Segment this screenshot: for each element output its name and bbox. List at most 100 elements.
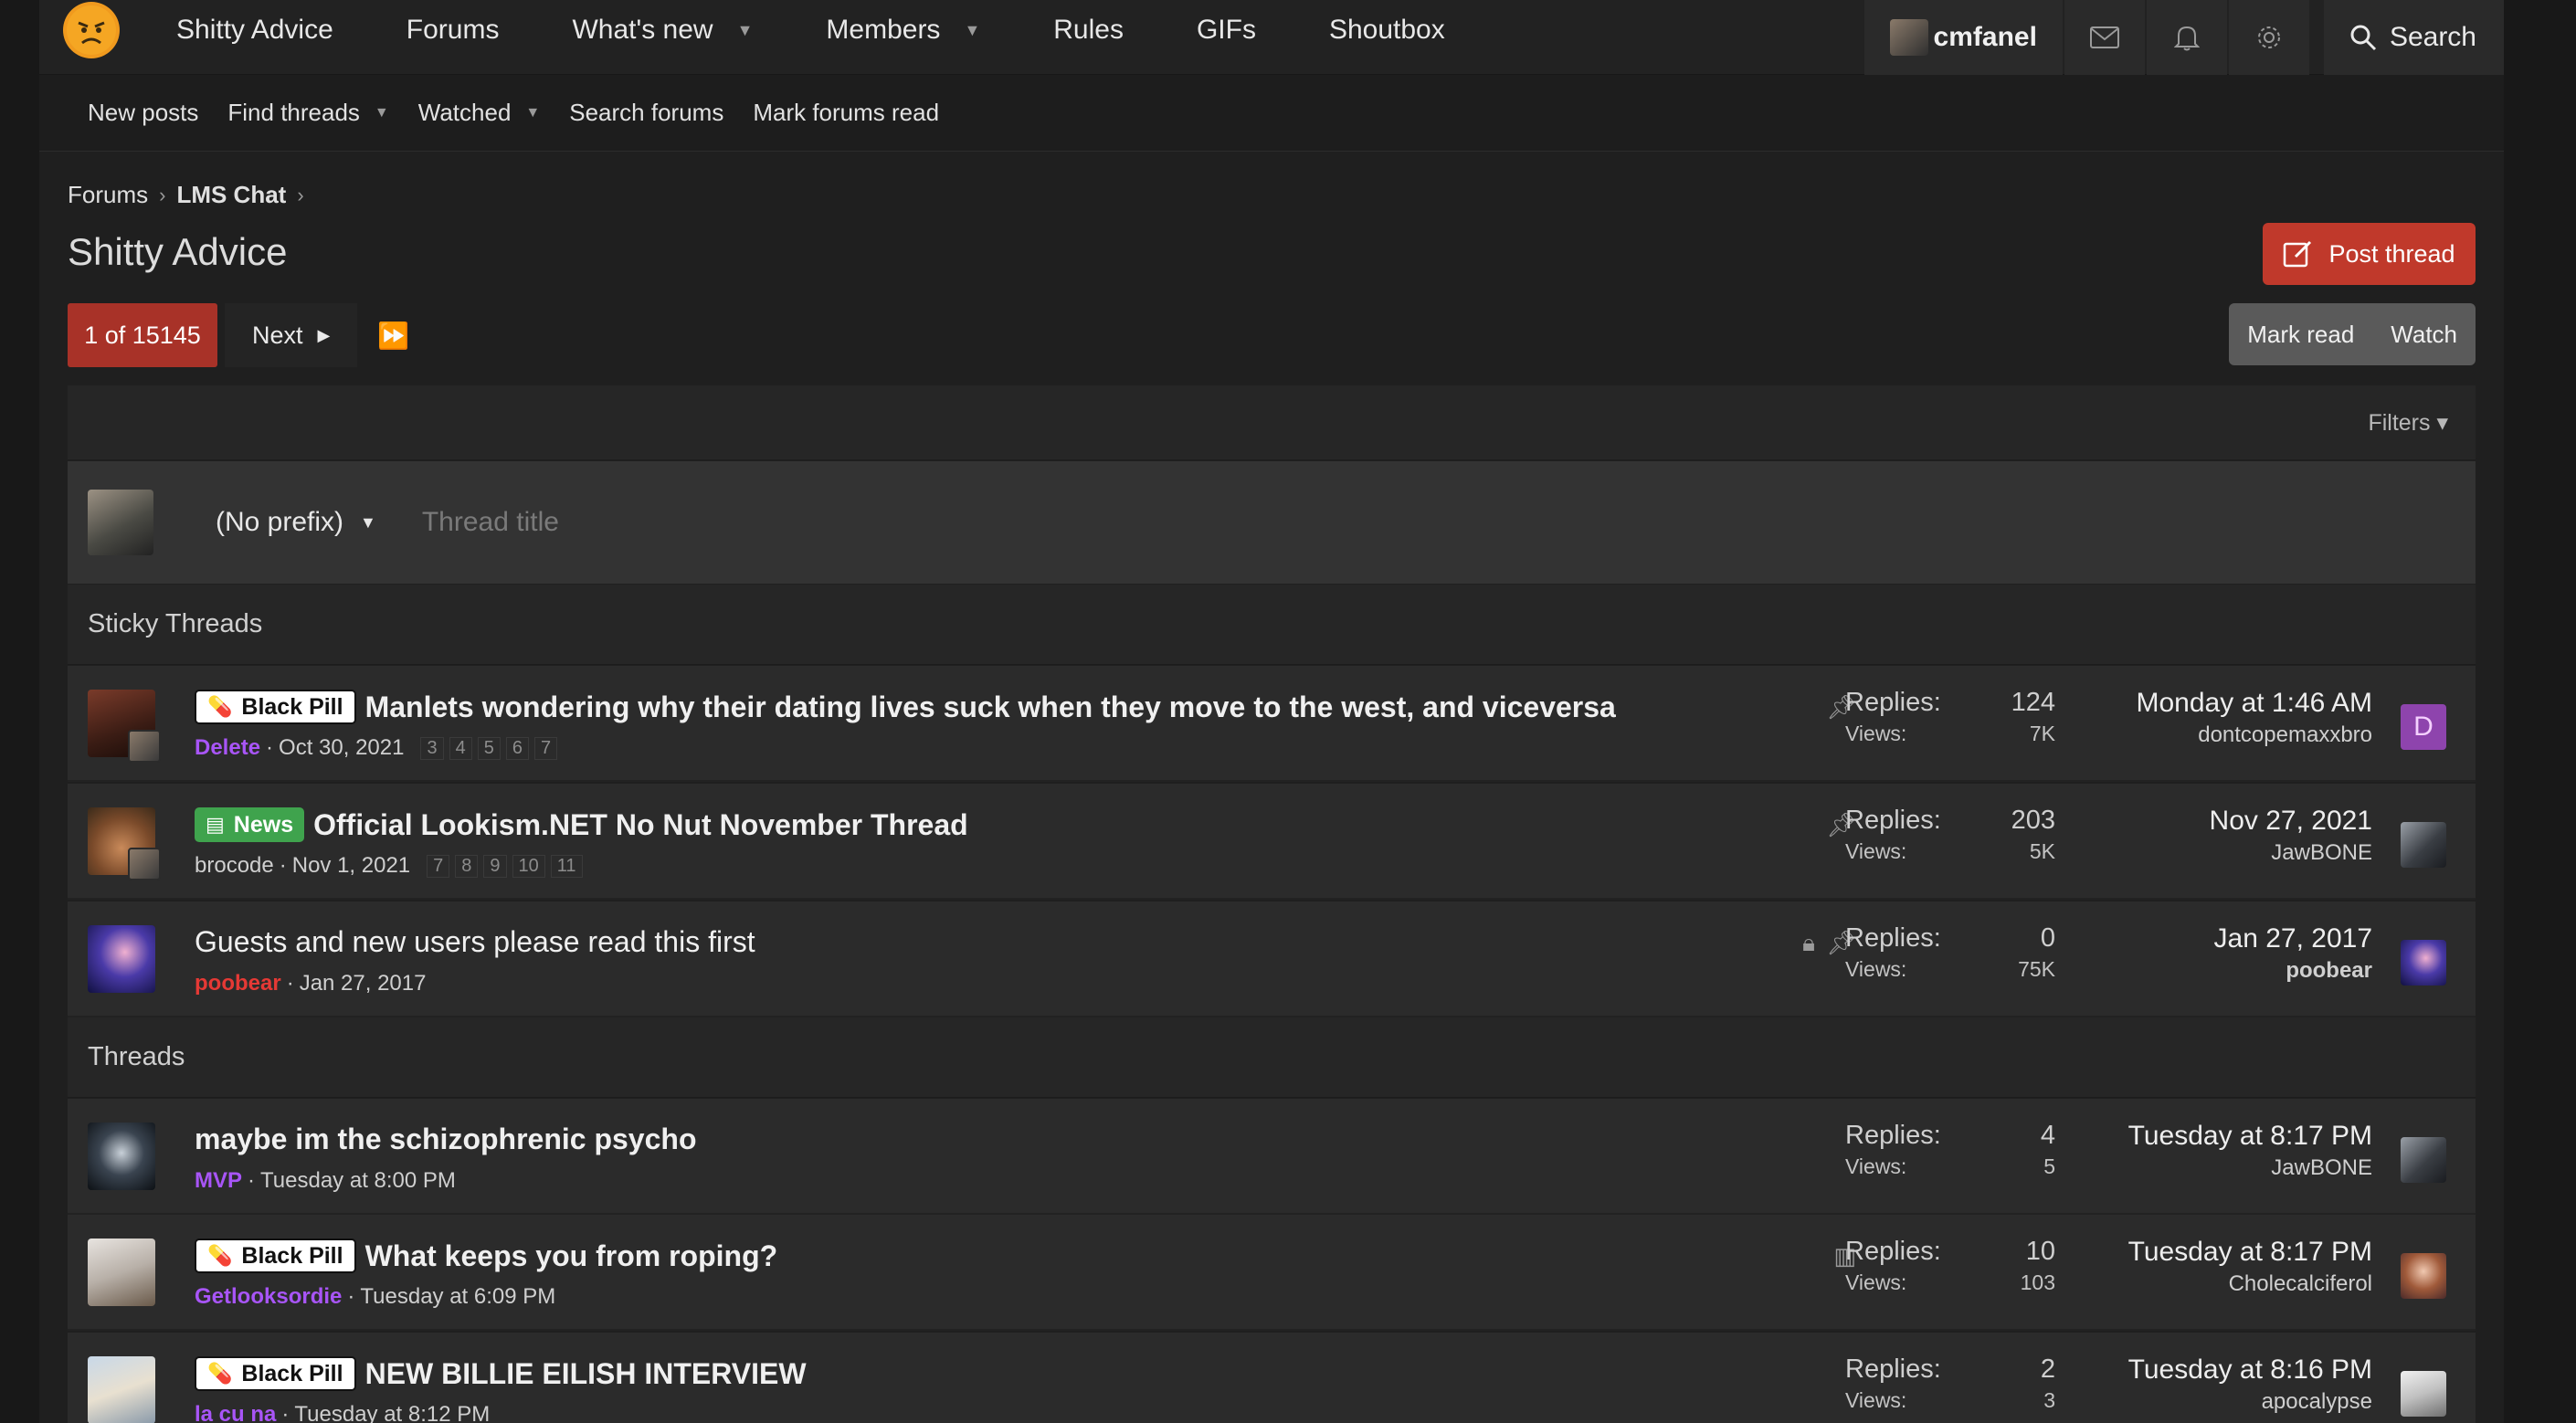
latest-post-user[interactable]: dontcopemaxxbro — [2137, 722, 2372, 748]
prefix-badge[interactable]: ▤ News — [195, 807, 305, 842]
avatar[interactable] — [88, 1356, 155, 1423]
chevron-down-icon[interactable]: ▼ — [964, 21, 980, 40]
thread-row[interactable]: 💊 Black Pill Manlets wondering why their … — [68, 666, 2476, 782]
page-link[interactable]: 11 — [550, 854, 583, 878]
page-link[interactable]: 7 — [533, 736, 558, 760]
nav-gifs[interactable]: GIFs — [1197, 15, 1256, 46]
account-menu[interactable]: cmfanel — [1863, 0, 2063, 75]
chevron-down-icon[interactable]: ▼ — [737, 21, 754, 40]
thread-title-input[interactable]: Thread title — [422, 507, 559, 538]
thread-author[interactable]: Delete — [195, 735, 260, 761]
avatar[interactable] — [2401, 940, 2446, 986]
page-link[interactable]: 7 — [427, 854, 450, 878]
page-link[interactable]: 4 — [449, 736, 472, 760]
last-page-button[interactable]: ⏩ — [357, 303, 429, 367]
avatar[interactable] — [2401, 1371, 2446, 1417]
latest-post-user[interactable]: JawBONE — [2128, 1155, 2372, 1181]
watch-button[interactable]: Watch — [2372, 321, 2476, 349]
page-link[interactable]: 10 — [512, 854, 545, 878]
nav-members[interactable]: Members ▼ — [826, 15, 980, 46]
prefix-badge[interactable]: 💊 Black Pill — [195, 1356, 356, 1391]
avatar[interactable] — [88, 925, 155, 993]
avatar[interactable] — [2401, 1137, 2446, 1183]
inbox-button[interactable] — [2064, 0, 2145, 75]
avatar[interactable]: D — [2401, 704, 2446, 750]
breadcrumb-forums[interactable]: Forums — [68, 181, 148, 209]
avatar[interactable] — [88, 1123, 155, 1190]
chevron-down-icon[interactable]: ▼ — [375, 105, 389, 121]
post-thread-button[interactable]: Post thread — [2263, 223, 2476, 285]
subnav-search-forums[interactable]: Search forums — [569, 99, 723, 127]
thread-title-link[interactable]: maybe im the schizophrenic psycho — [195, 1123, 696, 1156]
thread-title-link[interactable]: NEW BILLIE EILISH INTERVIEW — [365, 1357, 807, 1391]
subnav-mark-forums-read[interactable]: Mark forums read — [753, 99, 939, 127]
filters-button[interactable]: Filters ▾ — [2368, 409, 2448, 437]
thread-date[interactable]: Tuesday at 8:12 PM — [294, 1402, 490, 1423]
subnav-find-threads[interactable]: Find threads ▼ — [227, 99, 388, 127]
chevron-down-icon[interactable]: ▼ — [525, 105, 540, 121]
thread-author[interactable]: MVP — [195, 1168, 242, 1194]
latest-post: Tuesday at 8:16 PM apocalypse — [2128, 1354, 2372, 1415]
nav-whats-new-label: What's new — [572, 15, 713, 45]
thread-author[interactable]: poobear — [195, 971, 281, 996]
thread-date[interactable]: Jan 27, 2017 — [300, 971, 427, 996]
latest-post-user[interactable]: apocalypse — [2128, 1389, 2372, 1415]
latest-post-date[interactable]: Tuesday at 8:17 PM — [2128, 1121, 2372, 1152]
nav-brand-label: Shitty Advice — [176, 15, 333, 45]
thread-date[interactable]: Tuesday at 6:09 PM — [360, 1284, 555, 1310]
page-link[interactable]: 3 — [420, 736, 444, 760]
latest-post-date[interactable]: Tuesday at 8:16 PM — [2128, 1354, 2372, 1386]
nav-rules[interactable]: Rules — [1053, 15, 1124, 46]
thread-title-link[interactable]: Manlets wondering why their dating lives… — [365, 690, 1616, 724]
alerts-button[interactable] — [2146, 0, 2227, 75]
thread-title-link[interactable]: Guests and new users please read this fi… — [195, 925, 755, 959]
nav-forums[interactable]: Forums — [406, 15, 500, 46]
thread-row[interactable]: Guests and new users please read this fi… — [68, 901, 2476, 1017]
page-link[interactable]: 8 — [455, 854, 479, 878]
avatar[interactable] — [88, 1239, 155, 1306]
thread-author[interactable]: la cu na — [195, 1402, 276, 1423]
nav-whats-new[interactable]: What's new ▼ — [572, 15, 753, 46]
pill-icon: 💊 — [207, 1362, 233, 1385]
thread-date[interactable]: Nov 1, 2021 — [292, 853, 410, 879]
latest-post-user[interactable]: poobear — [2214, 958, 2372, 984]
search-button[interactable]: Search — [2323, 0, 2504, 75]
thread-title-link[interactable]: Official Lookism.NET No Nut November Thr… — [313, 808, 968, 842]
site-logo-icon[interactable] — [63, 2, 120, 58]
replies-count: 2 — [2040, 1354, 2055, 1384]
page-indicator[interactable]: 1 of 15145 — [68, 303, 217, 367]
thread-author[interactable]: brocode — [195, 853, 274, 879]
next-page-button[interactable]: Next ▶ — [225, 303, 358, 367]
latest-post-date[interactable]: Jan 27, 2017 — [2214, 923, 2372, 954]
thread-row[interactable]: maybe im the schizophrenic psycho MVP · … — [68, 1099, 2476, 1215]
breadcrumb-lms-chat[interactable]: LMS Chat — [176, 181, 286, 209]
thread-date[interactable]: Oct 30, 2021 — [279, 735, 404, 761]
thread-row[interactable]: 💊 Black Pill NEW BILLIE EILISH INTERVIEW … — [68, 1333, 2476, 1423]
settings-button[interactable] — [2228, 0, 2309, 75]
latest-post-date[interactable]: Nov 27, 2021 — [2210, 806, 2372, 837]
thread-author[interactable]: Getlooksordie — [195, 1284, 342, 1310]
latest-post-date[interactable]: Tuesday at 8:17 PM — [2128, 1237, 2372, 1268]
nav-shoutbox[interactable]: Shoutbox — [1329, 15, 1445, 46]
page-link[interactable]: 9 — [483, 854, 507, 878]
latest-post-user[interactable]: JawBONE — [2210, 840, 2372, 866]
prefix-badge[interactable]: 💊 Black Pill — [195, 1239, 356, 1273]
page-link[interactable]: 5 — [477, 736, 501, 760]
page-link[interactable]: 6 — [505, 736, 529, 760]
mark-read-button[interactable]: Mark read — [2229, 321, 2372, 349]
latest-post-date[interactable]: Monday at 1:46 AM — [2137, 688, 2373, 719]
avatar[interactable] — [2401, 1253, 2446, 1299]
replies-label: Replies: — [1845, 1354, 1941, 1384]
nav-brand[interactable]: Shitty Advice — [176, 15, 333, 46]
latest-post-user[interactable]: Cholecalciferol — [2128, 1271, 2372, 1297]
views-label: Views: — [1845, 722, 1907, 745]
subnav-watched[interactable]: Watched ▼ — [418, 99, 540, 127]
thread-date[interactable]: Tuesday at 8:00 PM — [260, 1168, 456, 1194]
prefix-badge[interactable]: 💊 Black Pill — [195, 690, 356, 724]
subnav-new-posts[interactable]: New posts — [88, 99, 198, 127]
avatar[interactable] — [2401, 822, 2446, 868]
prefix-select[interactable]: (No prefix) ▼ — [216, 507, 376, 538]
thread-row[interactable]: ▤ News Official Lookism.NET No Nut Novemb… — [68, 784, 2476, 900]
thread-title-link[interactable]: What keeps you from roping? — [365, 1239, 778, 1273]
thread-row[interactable]: 💊 Black Pill What keeps you from roping? … — [68, 1215, 2476, 1331]
